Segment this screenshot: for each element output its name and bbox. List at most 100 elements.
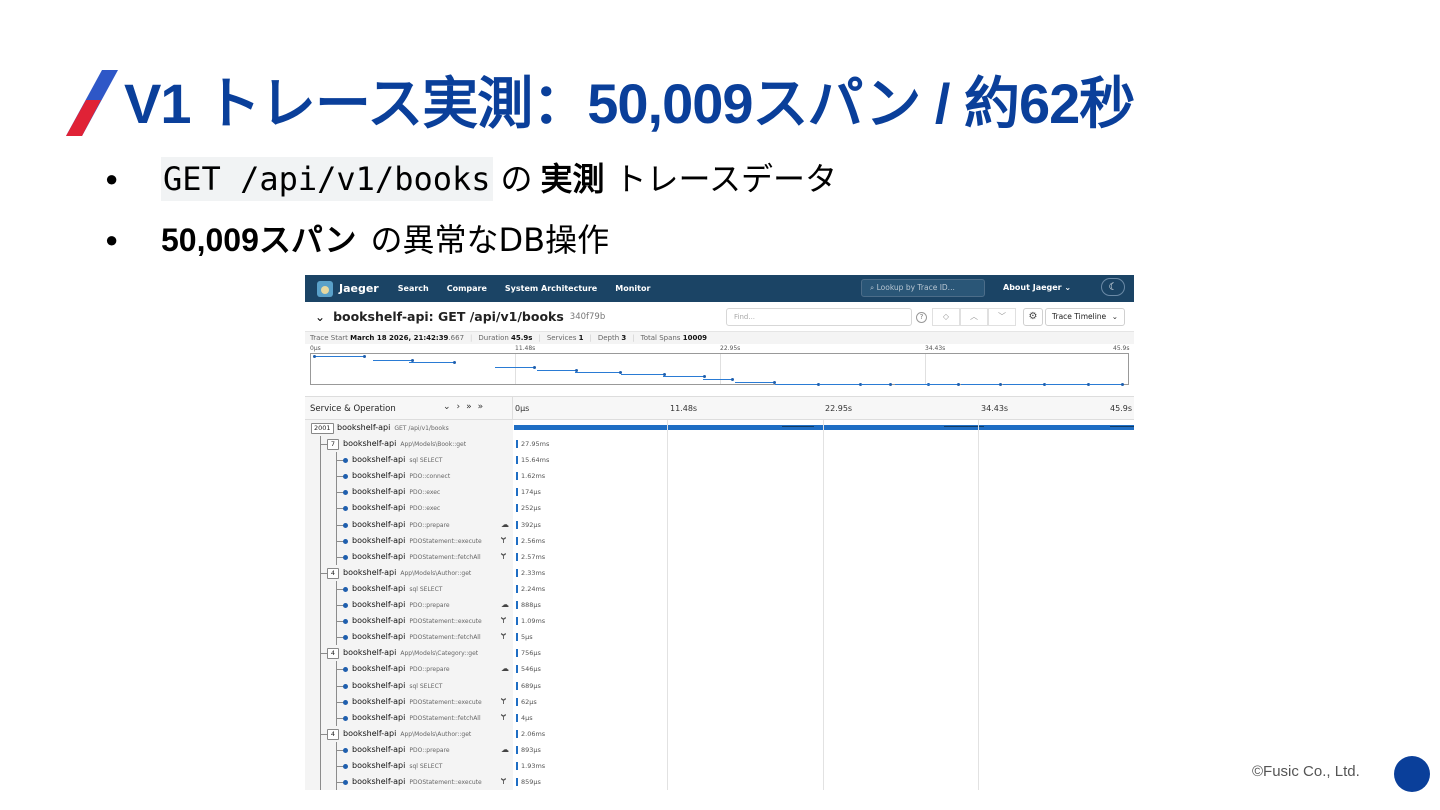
span-row-label-cell[interactable]: bookshelf-api PDOStatement::fetchAll Ɏ: [305, 548, 513, 565]
span-service-operation[interactable]: bookshelf-api PDOStatement::execute: [352, 536, 482, 545]
span-service-operation[interactable]: bookshelf-api PDO::prepare: [352, 520, 450, 529]
span-service-operation[interactable]: bookshelf-api sql SELECT: [352, 455, 442, 464]
find-input[interactable]: Find...: [726, 308, 912, 326]
nav-search[interactable]: Search: [398, 284, 429, 293]
span-bar[interactable]: [516, 729, 518, 738]
span-bar[interactable]: [516, 520, 518, 529]
gear-icon[interactable]: ⚙: [1023, 308, 1043, 326]
span-row-label-cell[interactable]: bookshelf-api PDOStatement::execute Ɏ: [305, 532, 513, 549]
span-service-operation[interactable]: bookshelf-api App\Models\Author::get: [343, 729, 471, 738]
span-bar[interactable]: [516, 504, 518, 513]
span-row[interactable]: bookshelf-api PDOStatement::fetchAll Ɏ 5μs: [305, 629, 1134, 646]
span-row[interactable]: bookshelf-api PDOStatement::execute Ɏ 859μs: [305, 774, 1134, 791]
span-row[interactable]: bookshelf-api PDO::prepare ☁ 888μs: [305, 597, 1134, 614]
trace-minimap[interactable]: 0μs 11.48s 22.95s 34.43s 45.9s: [305, 344, 1134, 394]
nav-system-architecture[interactable]: System Architecture: [505, 284, 597, 293]
span-row[interactable]: bookshelf-api PDOStatement::execute Ɏ 62μs: [305, 693, 1134, 710]
span-service-operation[interactable]: bookshelf-api PDO::exec: [352, 503, 440, 512]
locate-icon[interactable]: ◇: [932, 308, 960, 326]
span-row[interactable]: bookshelf-api PDO::prepare ☁ 893μs: [305, 741, 1134, 758]
span-row-label-cell[interactable]: 2001 bookshelf-api GET /api/v1/books: [305, 420, 513, 437]
span-row[interactable]: 4 bookshelf-api App\Models\Author::get 2.06…: [305, 725, 1134, 742]
span-row-label-cell[interactable]: bookshelf-api PDOStatement::fetchAll Ɏ: [305, 709, 513, 726]
span-bar[interactable]: [516, 665, 518, 674]
span-row[interactable]: 7 bookshelf-api App\Models\Book::get 27.95m…: [305, 436, 1134, 453]
span-row-label-cell[interactable]: bookshelf-api PDOStatement::fetchAll Ɏ: [305, 629, 513, 646]
span-service-operation[interactable]: bookshelf-api sql SELECT: [352, 681, 442, 690]
span-row[interactable]: bookshelf-api sql SELECT 15.64ms: [305, 452, 1134, 469]
span-row-label-cell[interactable]: bookshelf-api PDO::prepare ☁: [305, 741, 513, 758]
span-service-operation[interactable]: bookshelf-api sql SELECT: [352, 761, 442, 770]
span-row[interactable]: bookshelf-api PDO::exec 252μs: [305, 500, 1134, 517]
span-row-label-cell[interactable]: bookshelf-api PDO::connect: [305, 468, 513, 485]
span-row[interactable]: bookshelf-api PDOStatement::execute Ɏ 2.56m…: [305, 532, 1134, 549]
span-service-operation[interactable]: bookshelf-api App\Models\Book::get: [343, 439, 466, 448]
span-service-operation[interactable]: bookshelf-api PDOStatement::execute: [352, 777, 482, 786]
about-menu[interactable]: About Jaeger ⌄: [1003, 283, 1071, 292]
trace-id-lookup-input[interactable]: ⌕ Lookup by Trace ID...: [861, 279, 985, 297]
span-service-operation[interactable]: bookshelf-api PDOStatement::fetchAll: [352, 713, 481, 722]
span-bar[interactable]: [516, 488, 518, 497]
span-bar[interactable]: [516, 681, 518, 690]
span-row[interactable]: bookshelf-api sql SELECT 689μs: [305, 677, 1134, 694]
chevron-up-icon[interactable]: ︿: [960, 308, 988, 326]
span-bar[interactable]: [516, 601, 518, 610]
span-row[interactable]: 4 bookshelf-api App\Models\Author::get 2.33…: [305, 564, 1134, 581]
span-bar[interactable]: [516, 778, 518, 787]
span-service-operation[interactable]: bookshelf-api PDO::exec: [352, 487, 440, 496]
nav-compare[interactable]: Compare: [447, 284, 487, 293]
span-service-operation[interactable]: bookshelf-api GET /api/v1/books: [337, 423, 449, 432]
span-service-operation[interactable]: bookshelf-api PDOStatement::execute: [352, 616, 482, 625]
span-service-operation[interactable]: bookshelf-api PDO::connect: [352, 471, 450, 480]
span-row-label-cell[interactable]: 4 bookshelf-api App\Models\Author::get: [305, 725, 513, 742]
span-row-label-cell[interactable]: bookshelf-api PDO::exec: [305, 500, 513, 517]
span-service-operation[interactable]: bookshelf-api App\Models\Author::get: [343, 568, 471, 577]
child-count-badge[interactable]: 7: [327, 439, 339, 451]
span-row[interactable]: bookshelf-api sql SELECT 2.24ms: [305, 580, 1134, 598]
span-bar[interactable]: [516, 568, 518, 577]
span-service-operation[interactable]: bookshelf-api App\Models\Category::get: [343, 648, 478, 657]
span-row-label-cell[interactable]: bookshelf-api PDOStatement::execute Ɏ: [305, 693, 513, 710]
child-count-badge[interactable]: 4: [327, 567, 339, 579]
view-select[interactable]: Trace Timeline ⌄: [1045, 308, 1125, 326]
span-row[interactable]: bookshelf-api PDO::connect 1.62ms: [305, 468, 1134, 485]
span-service-operation[interactable]: bookshelf-api PDO::prepare: [352, 745, 450, 754]
span-row-label-cell[interactable]: 4 bookshelf-api App\Models\Author::get: [305, 564, 513, 581]
expand-collapse-icons[interactable]: ⌄›»»: [443, 402, 489, 412]
span-row-label-cell[interactable]: bookshelf-api PDOStatement::execute Ɏ: [305, 774, 513, 791]
span-row-label-cell[interactable]: bookshelf-api sql SELECT: [305, 757, 513, 775]
span-row-label-cell[interactable]: bookshelf-api PDOStatement::execute Ɏ: [305, 613, 513, 630]
jaeger-logo-icon[interactable]: [317, 280, 333, 297]
span-row-label-cell[interactable]: bookshelf-api PDO::prepare ☁: [305, 516, 513, 533]
child-count-badge[interactable]: 4: [327, 728, 339, 740]
span-service-operation[interactable]: bookshelf-api PDOStatement::execute: [352, 697, 482, 706]
brand-name[interactable]: Jaeger: [339, 282, 379, 295]
span-bar[interactable]: [516, 440, 518, 449]
span-row-label-cell[interactable]: 4 bookshelf-api App\Models\Category::get: [305, 645, 513, 662]
span-row-label-cell[interactable]: bookshelf-api PDO::prepare ☁: [305, 661, 513, 678]
span-row[interactable]: bookshelf-api PDOStatement::fetchAll Ɏ 4μs: [305, 709, 1134, 726]
span-bar[interactable]: [516, 649, 518, 658]
span-row[interactable]: bookshelf-api sql SELECT 1.93ms: [305, 757, 1134, 775]
span-row[interactable]: 4 bookshelf-api App\Models\Category::get 75…: [305, 645, 1134, 662]
span-service-operation[interactable]: bookshelf-api PDOStatement::fetchAll: [352, 632, 481, 641]
span-row-label-cell[interactable]: bookshelf-api sql SELECT: [305, 452, 513, 469]
span-bar[interactable]: [516, 472, 518, 481]
span-row[interactable]: bookshelf-api PDO::prepare ☁ 392μs: [305, 516, 1134, 533]
span-row-label-cell[interactable]: bookshelf-api sql SELECT: [305, 677, 513, 694]
span-row-label-cell[interactable]: 7 bookshelf-api App\Models\Book::get: [305, 436, 513, 453]
span-bar[interactable]: [516, 745, 518, 754]
span-bar[interactable]: [516, 633, 518, 642]
span-bar[interactable]: [516, 456, 518, 465]
span-service-operation[interactable]: bookshelf-api sql SELECT: [352, 584, 442, 593]
root-span-bar[interactable]: [514, 425, 1134, 430]
chevron-down-icon[interactable]: ﹀: [988, 308, 1016, 326]
child-count-badge[interactable]: 2001: [311, 423, 334, 434]
theme-toggle-moon-icon[interactable]: ☾: [1101, 278, 1125, 296]
span-bar[interactable]: [516, 536, 518, 545]
nav-monitor[interactable]: Monitor: [615, 284, 650, 293]
span-row[interactable]: bookshelf-api PDO::prepare ☁ 546μs: [305, 661, 1134, 678]
span-row[interactable]: bookshelf-api PDOStatement::fetchAll Ɏ 2.57…: [305, 548, 1134, 565]
span-row-label-cell[interactable]: bookshelf-api PDO::prepare ☁: [305, 597, 513, 614]
span-row[interactable]: 2001 bookshelf-api GET /api/v1/books: [305, 420, 1134, 437]
